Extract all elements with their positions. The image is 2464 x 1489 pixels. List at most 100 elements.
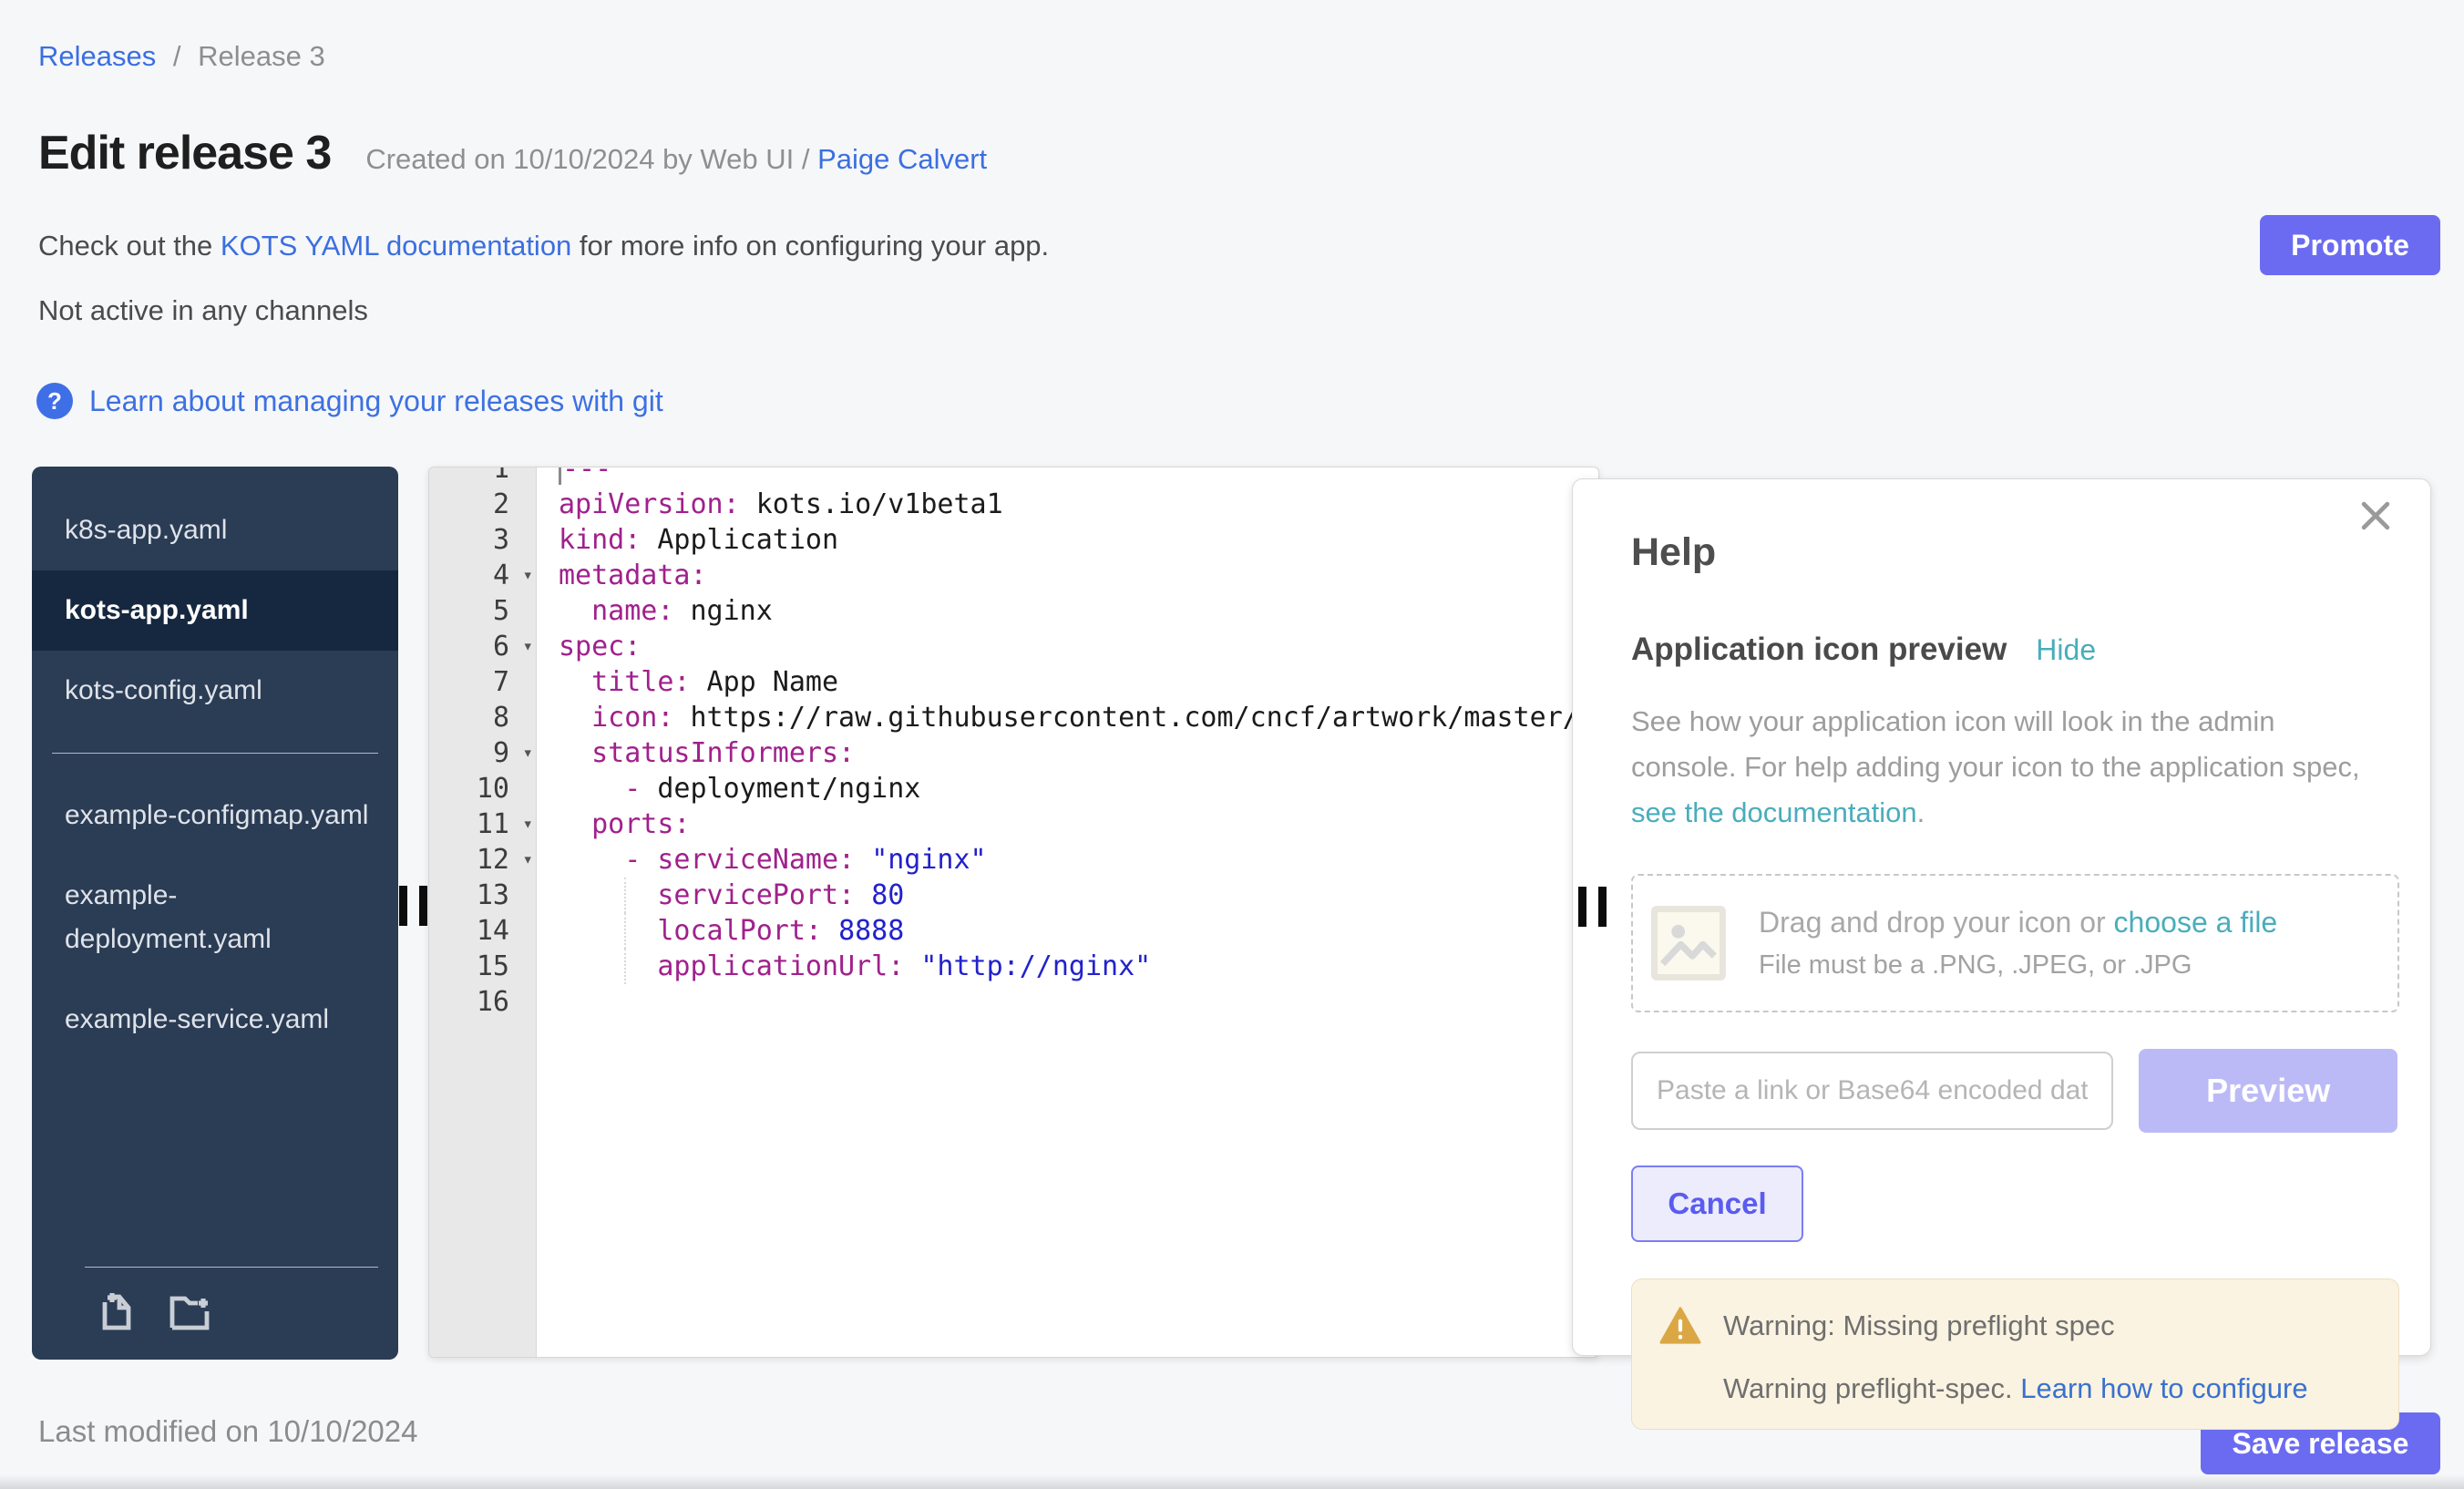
icon-dropzone[interactable]: Drag and drop your icon or choose a file… bbox=[1631, 874, 2399, 1012]
dropzone-instruction: Drag and drop your icon or choose a file bbox=[1759, 906, 2277, 940]
hide-link[interactable]: Hide bbox=[2036, 633, 2096, 667]
created-text: Created on 10/10/2024 by Web UI / bbox=[365, 143, 817, 175]
sidebar-bottom-divider bbox=[85, 1267, 378, 1268]
editor-line-6[interactable]: spec: bbox=[537, 629, 1598, 664]
line-number: 11▾ bbox=[429, 806, 537, 842]
pane-resize-handle-left[interactable] bbox=[399, 886, 430, 926]
fold-arrow-icon[interactable]: ▾ bbox=[523, 735, 533, 771]
editor-line-14[interactable]: localPort: 8888 bbox=[537, 913, 1598, 949]
file-list-secondary: example-configmap.yamlexample-deployment… bbox=[32, 775, 398, 1060]
pane-resize-handle-right[interactable] bbox=[1578, 887, 1609, 927]
yaml-code-editor[interactable]: 1234▾56▾789▾1011▾12▾13141516 ---apiVersi… bbox=[428, 467, 1599, 1358]
bottom-edge-strip bbox=[0, 1474, 2464, 1489]
editor-line-3[interactable]: kind: Application bbox=[537, 522, 1598, 558]
close-icon[interactable] bbox=[2356, 496, 2396, 536]
title-row: Edit release 3 Created on 10/10/2024 by … bbox=[38, 126, 987, 180]
warning-title: Warning: Missing preflight spec bbox=[1723, 1309, 2115, 1342]
editor-line-13[interactable]: servicePort: 80 bbox=[537, 878, 1598, 913]
editor-line-10[interactable]: - deployment/nginx bbox=[537, 771, 1598, 806]
file-item-example-configmap.yaml[interactable]: example-configmap.yaml bbox=[32, 775, 398, 856]
description-period: . bbox=[1917, 796, 1925, 828]
line-number: 10 bbox=[429, 771, 537, 806]
description-line: see the documentation. bbox=[1631, 790, 2397, 836]
fold-arrow-icon[interactable]: ▾ bbox=[523, 842, 533, 878]
line-number: 9▾ bbox=[429, 735, 537, 771]
fold-arrow-icon[interactable]: ▾ bbox=[523, 558, 533, 593]
new-file-icon[interactable] bbox=[98, 1288, 141, 1338]
warning-row: Warning: Missing preflight spec bbox=[1659, 1307, 2371, 1345]
fold-arrow-icon[interactable]: ▾ bbox=[523, 806, 533, 842]
editor-line-2[interactable]: apiVersion: kots.io/v1beta1 bbox=[537, 487, 1598, 522]
editor-line-7[interactable]: title: App Name bbox=[537, 664, 1598, 700]
question-mark-icon: ? bbox=[36, 383, 73, 419]
editor-line-11[interactable]: ports: bbox=[537, 806, 1598, 842]
resize-bar bbox=[399, 886, 407, 926]
created-info: Created on 10/10/2024 by Web UI / Paige … bbox=[365, 143, 987, 176]
choose-file-link[interactable]: choose a file bbox=[2114, 906, 2278, 939]
new-folder-icon[interactable] bbox=[167, 1288, 214, 1338]
editor-line-9[interactable]: statusInformers: bbox=[537, 735, 1598, 771]
file-item-kots-config.yaml[interactable]: kots-config.yaml bbox=[32, 651, 398, 731]
file-item-kots-app.yaml[interactable]: kots-app.yaml bbox=[32, 570, 398, 651]
section-title: Application icon preview bbox=[1631, 632, 2007, 668]
dropzone-text: Drag and drop your icon or choose a file… bbox=[1759, 906, 2277, 981]
image-placeholder-icon bbox=[1651, 906, 1726, 981]
preview-button[interactable]: Preview bbox=[2139, 1049, 2397, 1133]
warning-triangle-icon bbox=[1659, 1307, 1701, 1345]
file-item-example-deployment.yaml[interactable]: example-deployment.yaml bbox=[32, 856, 398, 980]
resize-bar bbox=[1578, 887, 1586, 927]
doc-line-prefix: Check out the bbox=[38, 230, 221, 262]
file-requirements: File must be a .PNG, .JPEG, or .JPG bbox=[1759, 950, 2277, 981]
text-cursor bbox=[559, 467, 561, 485]
line-number: 12▾ bbox=[429, 842, 537, 878]
editor-line-16[interactable] bbox=[537, 984, 1598, 1020]
line-number: 15 bbox=[429, 949, 537, 984]
file-tree-sidebar: k8s-app.yamlkots-app.yamlkots-config.yam… bbox=[32, 467, 398, 1360]
see-documentation-link[interactable]: see the documentation bbox=[1631, 796, 1917, 828]
description-line: See how your application icon will look … bbox=[1631, 699, 2397, 744]
icon-preview-description: See how your application icon will look … bbox=[1631, 699, 2397, 836]
help-title: Help bbox=[1631, 530, 2397, 575]
file-item-example-service.yaml[interactable]: example-service.yaml bbox=[32, 980, 398, 1060]
cancel-button[interactable]: Cancel bbox=[1631, 1166, 1803, 1242]
breadcrumb-releases-link[interactable]: Releases bbox=[38, 40, 156, 72]
help-panel: Help Application icon preview Hide See h… bbox=[1572, 478, 2431, 1356]
line-number: 7 bbox=[429, 664, 537, 700]
editor-line-1[interactable]: --- bbox=[537, 467, 1598, 487]
editor-line-5[interactable]: name: nginx bbox=[537, 593, 1598, 629]
file-item-k8s-app.yaml[interactable]: k8s-app.yaml bbox=[32, 490, 398, 570]
sidebar-actions bbox=[65, 1288, 398, 1338]
fold-arrow-icon[interactable]: ▾ bbox=[523, 629, 533, 664]
indent-guide bbox=[624, 878, 626, 913]
editor-line-4[interactable]: metadata: bbox=[537, 558, 1598, 593]
kots-yaml-doc-link[interactable]: KOTS YAML documentation bbox=[221, 230, 571, 262]
breadcrumb-current: Release 3 bbox=[198, 40, 325, 72]
editor-line-12[interactable]: - serviceName: "nginx" bbox=[537, 842, 1598, 878]
git-releases-link[interactable]: Learn about managing your releases with … bbox=[89, 385, 663, 418]
code-column: ---apiVersion: kots.io/v1beta1kind: Appl… bbox=[537, 467, 1598, 1020]
author-link[interactable]: Paige Calvert bbox=[817, 143, 987, 175]
icon-url-input[interactable] bbox=[1631, 1052, 2113, 1130]
last-modified-text: Last modified on 10/10/2024 bbox=[38, 1414, 417, 1449]
line-number: 16 bbox=[429, 984, 537, 1020]
channel-status: Not active in any channels bbox=[38, 294, 368, 327]
line-number: 4▾ bbox=[429, 558, 537, 593]
editor-line-8[interactable]: icon: https://raw.githubusercontent.com/… bbox=[537, 700, 1598, 735]
breadcrumb-separator: / bbox=[173, 40, 181, 72]
file-list-primary: k8s-app.yamlkots-app.yamlkots-config.yam… bbox=[32, 490, 398, 731]
line-number: 6▾ bbox=[429, 629, 537, 664]
description-line: console. For help adding your icon to th… bbox=[1631, 744, 2397, 790]
icon-url-row: Preview bbox=[1631, 1049, 2397, 1133]
line-number: 3 bbox=[429, 522, 537, 558]
doc-line: Check out the KOTS YAML documentation fo… bbox=[38, 230, 1049, 262]
editor-line-15[interactable]: applicationUrl: "http://nginx" bbox=[537, 949, 1598, 984]
warning-detail: Warning preflight-spec. Learn how to con… bbox=[1723, 1372, 2371, 1405]
line-numbers-column: 1234▾56▾789▾1011▾12▾13141516 bbox=[429, 467, 537, 1020]
line-number: 2 bbox=[429, 487, 537, 522]
promote-button[interactable]: Promote bbox=[2260, 215, 2440, 275]
warning-body: Warning preflight-spec. bbox=[1723, 1372, 2020, 1404]
resize-bar bbox=[419, 886, 427, 926]
learn-configure-link[interactable]: Learn how to configure bbox=[2020, 1372, 2307, 1404]
drop-prefix: Drag and drop your icon or bbox=[1759, 906, 2114, 939]
sidebar-bottom bbox=[32, 1248, 398, 1347]
